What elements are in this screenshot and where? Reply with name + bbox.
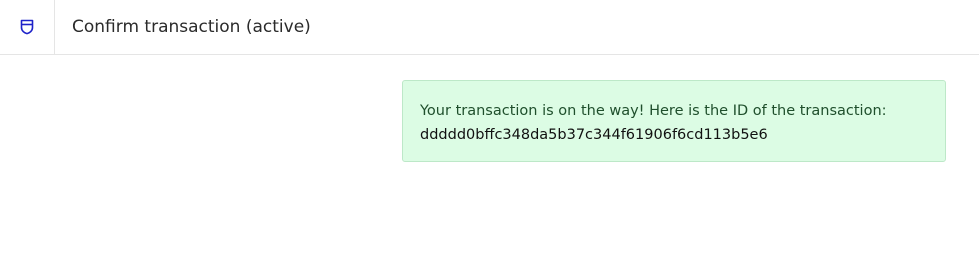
success-alert: Your transaction is on the way! Here is …: [402, 80, 946, 162]
transaction-id: ddddd0bffc348da5b37c344f61906f6cd113b5e6: [420, 127, 768, 143]
page-title: Confirm transaction (active): [72, 17, 311, 37]
alert-message: Your transaction is on the way! Here is …: [420, 103, 887, 119]
shield-icon: [20, 19, 34, 35]
header-icon-cell[interactable]: [0, 0, 55, 54]
top-header: Confirm transaction (active): [0, 0, 979, 55]
